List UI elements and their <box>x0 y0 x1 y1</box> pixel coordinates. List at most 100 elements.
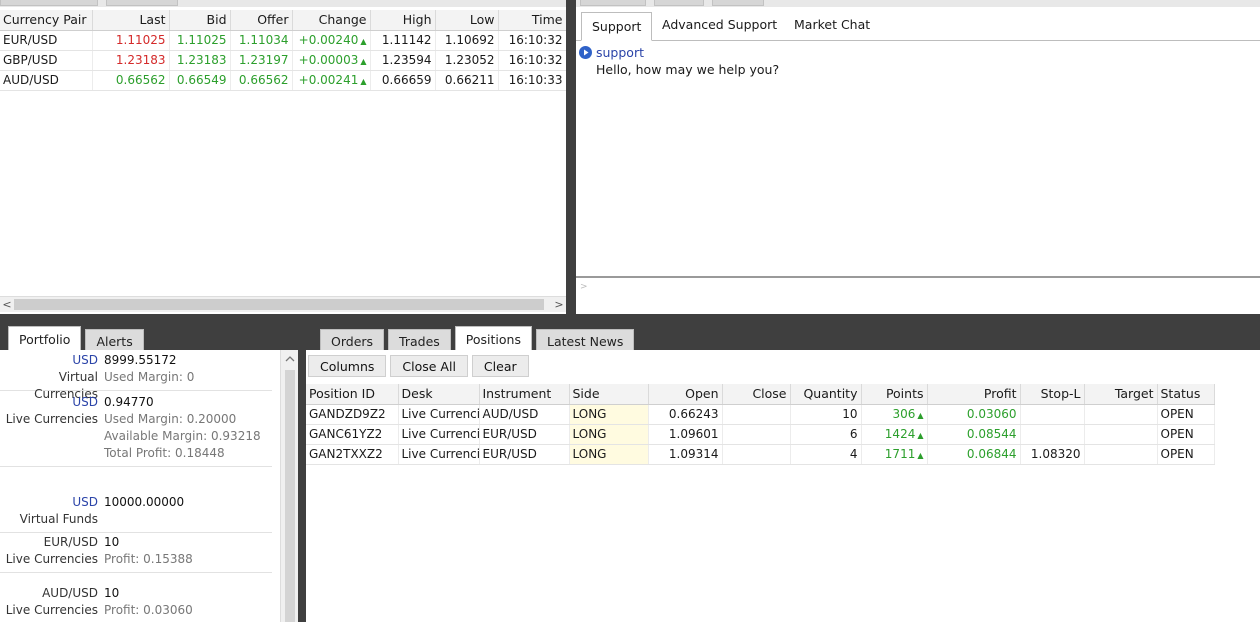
positions-row[interactable]: GANC61YZ2 Live CurrenciesEUR/USD LONG 1.096… <box>306 424 1215 445</box>
positions-col-header[interactable]: Profit <box>927 384 1021 405</box>
positions-value-desk: Live Currencies <box>401 407 479 421</box>
quotes-value-low: 1.23052 <box>444 53 495 67</box>
quotes-col-header[interactable]: Time <box>498 10 566 31</box>
scrollbar-thumb[interactable] <box>14 299 544 310</box>
quotes-col-header[interactable]: Change <box>292 10 371 31</box>
positions-cell-close <box>722 424 791 445</box>
positions-cell-open: 1.09314 <box>648 444 723 465</box>
portfolio-item[interactable]: USD 0.94770 Live Currencies Used Margin: 0.… <box>0 394 272 467</box>
positions-cell-quantity: 4 <box>790 444 862 465</box>
tab-trades[interactable]: Trades <box>388 329 451 352</box>
positions-col-header[interactable]: Stop-L <box>1020 384 1085 405</box>
clear-button[interactable]: Clear <box>471 355 529 377</box>
positions-cell-instrument: EUR/USD <box>479 444 570 465</box>
positions-col-header[interactable]: Quantity <box>790 384 862 405</box>
portfolio-spacer <box>0 428 104 445</box>
tab-latest-news[interactable]: Latest News <box>535 329 635 352</box>
quotes-col-header[interactable]: Currency Pair <box>0 10 93 31</box>
tab-market-chat[interactable]: Market Chat <box>794 12 870 40</box>
quotes-value-pair: GBP/USD <box>3 53 58 67</box>
positions-col-header[interactable]: Points <box>861 384 928 405</box>
portfolio-item[interactable]: AUD/USD 10 Live Currencies Profit: 0.03060 <box>0 585 272 622</box>
portfolio-line: Virtual Currencies Used Margin: 0 <box>0 369 272 401</box>
quotes-cell-pair: GBP/USD <box>0 50 93 71</box>
tab-advanced-support[interactable]: Advanced Support <box>662 12 777 40</box>
quotes-col-header[interactable]: Low <box>435 10 499 31</box>
tab-alerts[interactable]: Alerts <box>85 329 144 352</box>
positions-col-header[interactable]: Position ID <box>306 384 399 405</box>
vertical-scrollbar-thumb[interactable] <box>285 370 295 622</box>
positions-value-quantity: 4 <box>849 447 858 461</box>
quotes-value-time: 16:10:32 <box>508 33 563 47</box>
positions-col-header[interactable]: Side <box>569 384 649 405</box>
tab-support[interactable]: Support <box>581 12 653 41</box>
portfolio-item[interactable]: USD 10000.00000 Virtual Funds <box>0 494 272 533</box>
horizontal-scrollbar[interactable]: < > <box>0 296 566 312</box>
vertical-scrollbar[interactable] <box>280 350 298 622</box>
positions-cell-id: GAN2TXXZ2 <box>306 444 399 465</box>
positions-col-header[interactable]: Desk <box>398 384 480 405</box>
positions-cell-profit: 0.06844 <box>927 444 1021 465</box>
positions-cell-desk: Live Currencies <box>398 444 480 465</box>
portfolio-item[interactable]: EUR/USD 10 Live Currencies Profit: 0.15388 <box>0 534 272 573</box>
positions-col-header[interactable]: Open <box>648 384 723 405</box>
positions-row[interactable]: GAN2TXXZ2 Live CurrenciesEUR/USD LONG 1.093… <box>306 444 1215 465</box>
quotes-row[interactable]: AUD/USD 0.66562 0.66549 0.66562 +0.00241 ▲ 0.6… <box>0 70 566 91</box>
quotes-value-change: +0.00003 <box>298 53 359 67</box>
positions-panel: Orders Trades Positions Latest News Colu… <box>306 322 1260 622</box>
arrow-up-icon: ▲ <box>917 431 924 440</box>
portfolio-line: AUD/USD 10 <box>0 585 272 602</box>
quotes-panel: Currency Pair Last Bid Offer Change High Low Ti… <box>0 0 566 314</box>
positions-cell-profit: 0.08544 <box>927 424 1021 445</box>
quotes-row[interactable]: GBP/USD 1.23183 1.23183 1.23197 +0.00003 ▲ 1.2… <box>0 50 566 71</box>
quotes-cell-low: 0.66211 <box>435 70 499 91</box>
quotes-value-pair: EUR/USD <box>3 33 58 47</box>
tab-portfolio[interactable]: Portfolio <box>8 326 82 352</box>
positions-value-points: 1424 <box>884 427 916 441</box>
scroll-right-icon[interactable]: > <box>552 297 566 312</box>
positions-value-open: 1.09601 <box>668 427 719 441</box>
tab-positions[interactable]: Positions <box>454 326 532 352</box>
positions-col-header[interactable]: Status <box>1157 384 1215 405</box>
quotes-header-row: Currency Pair Last Bid Offer Change High Low Ti… <box>0 10 566 31</box>
quotes-col-header[interactable]: Last <box>92 10 170 31</box>
chat-input[interactable]: > <box>576 276 1260 314</box>
quotes-tab-2[interactable] <box>106 0 178 6</box>
quotes-cell-time: 16:10:33 <box>498 70 566 91</box>
positions-cell-status: OPEN <box>1157 424 1215 445</box>
positions-row[interactable]: GANDZD9Z2 Live CurrenciesAUD/USD LONG 0.662… <box>306 404 1215 425</box>
quotes-cell-low: 1.10692 <box>435 30 499 51</box>
positions-cell-profit: 0.03060 <box>927 404 1021 425</box>
positions-cell-open: 1.09601 <box>648 424 723 445</box>
quotes-cell-pair: EUR/USD <box>0 30 93 51</box>
quotes-value-low: 1.10692 <box>444 33 495 47</box>
positions-col-header[interactable]: Instrument <box>479 384 570 405</box>
quotes-tab-1[interactable] <box>0 0 98 6</box>
positions-col-header[interactable]: Target <box>1084 384 1158 405</box>
portfolio-name: Virtual Funds <box>19 512 98 526</box>
quotes-row[interactable]: EUR/USD 1.11025 1.11025 1.11034 +0.00240 ▲ 1.1… <box>0 30 566 51</box>
tab-orders[interactable]: Orders <box>320 329 385 352</box>
quotes-cell-pair: AUD/USD <box>0 70 93 91</box>
quotes-value-time: 16:10:33 <box>508 73 563 87</box>
quotes-col-header[interactable]: High <box>370 10 436 31</box>
chat-tab-top-1[interactable] <box>580 0 646 6</box>
portfolio-line: USD 10000.00000 <box>0 494 272 511</box>
positions-col-header[interactable]: Close <box>722 384 791 405</box>
scroll-left-icon[interactable]: < <box>0 297 14 312</box>
quotes-col-header[interactable]: Bid <box>169 10 231 31</box>
positions-value-stop: 1.08320 <box>1030 447 1081 461</box>
quotes-col-header[interactable]: Offer <box>230 10 293 31</box>
scroll-up-icon[interactable] <box>281 352 298 366</box>
positions-cell-stop <box>1020 424 1085 445</box>
positions-table: Position ID Desk Instrument Side Open Close Qu… <box>306 384 1215 465</box>
columns-button[interactable]: Columns <box>308 355 387 377</box>
chat-tab-top-2[interactable] <box>654 0 704 6</box>
positions-cell-target <box>1084 404 1158 425</box>
positions-value-id: GANC61YZ2 <box>309 427 383 441</box>
chat-tab-top-3[interactable] <box>712 0 764 6</box>
close-all-button[interactable]: Close All <box>390 355 468 377</box>
arrow-up-icon: ▲ <box>917 451 924 460</box>
positions-toolbar: Columns Close All Clear <box>308 355 529 377</box>
portfolio-item[interactable]: USD 8999.55172 Virtual Currencies Used Marg… <box>0 352 272 401</box>
